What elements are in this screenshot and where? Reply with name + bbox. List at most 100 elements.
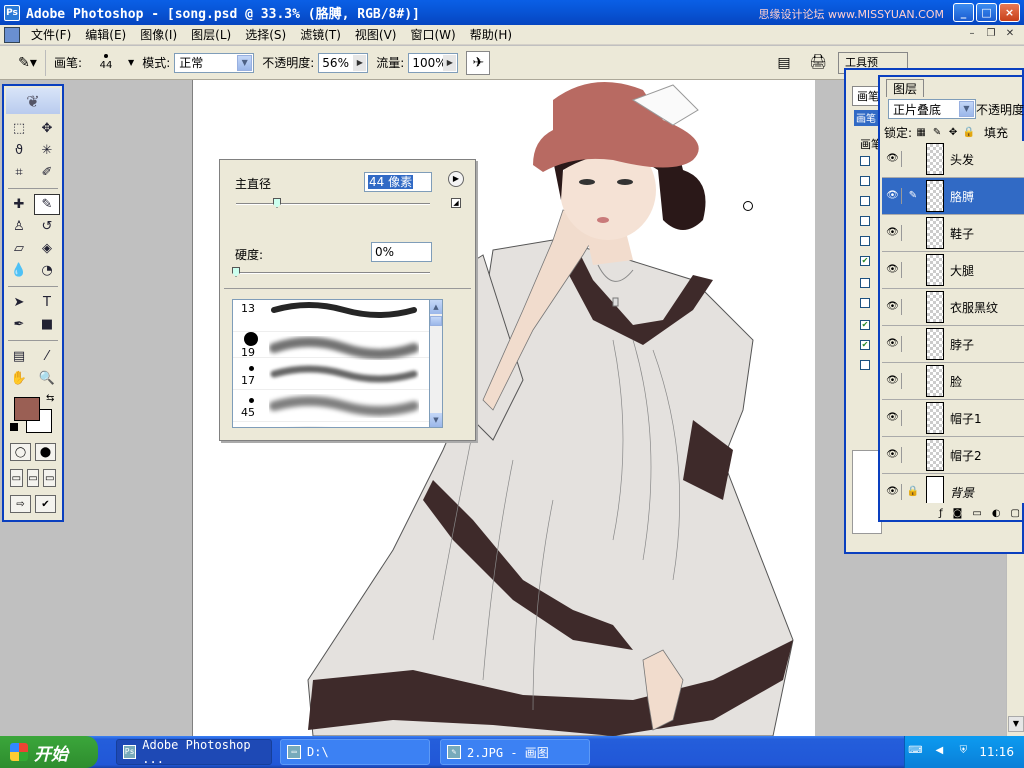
crop-tool-icon[interactable]: ⌗ (6, 162, 32, 183)
reset-diameter-icon[interactable]: ◢ (451, 198, 461, 208)
healing-brush-tool-icon[interactable]: ✚ (6, 194, 32, 215)
swap-colors-icon[interactable]: ⇆ (46, 393, 54, 404)
layer-link-slot[interactable] (906, 225, 920, 241)
layer-link-slot[interactable] (906, 336, 920, 352)
adjustment-layer-icon[interactable]: ◐ (992, 508, 1001, 519)
taskbar-item-photoshop[interactable]: Ps Adobe Photoshop ... (116, 738, 272, 766)
feather-logo-icon[interactable]: ❦ (6, 88, 60, 114)
keyboard-icon[interactable]: ⌨ (907, 745, 923, 759)
brush-option-checkbox-checked[interactable]: ✔ (860, 256, 870, 266)
eye-icon[interactable]: 👁 (884, 336, 902, 352)
layer-link-slot[interactable] (906, 447, 920, 463)
pen-tool-icon[interactable]: ✒ (6, 314, 32, 335)
layer-link-slot[interactable] (906, 373, 920, 389)
layer-row[interactable]: 👁 🔒 背景 (882, 474, 1024, 503)
screen-mode-full-icon[interactable]: ▭ (43, 469, 57, 487)
imageready-icon[interactable]: ✔ (35, 495, 56, 513)
eye-icon[interactable]: 👁 (884, 151, 902, 167)
brush-option-checkbox-checked[interactable]: ✔ (860, 340, 870, 350)
layer-row[interactable]: 👁 帽子1 (882, 400, 1024, 437)
screen-mode-standard-icon[interactable]: ▭ (10, 469, 23, 487)
brush-preset-item[interactable] (233, 422, 440, 427)
eye-icon[interactable]: 👁 (884, 410, 902, 426)
opacity-field[interactable]: 56% ▶ (318, 52, 369, 73)
blur-tool-icon[interactable]: 💧 (6, 260, 32, 281)
notes-tool-icon[interactable]: ▤ (6, 346, 32, 367)
lock-transparency-icon[interactable]: ▦ (914, 126, 928, 140)
eye-icon[interactable]: 👁 (884, 447, 902, 463)
brush-preset-item[interactable]: 19 (233, 332, 440, 359)
flow-slider-arrow-icon[interactable]: ▶ (443, 54, 457, 71)
shape-tool-icon[interactable]: ■ (34, 314, 60, 335)
brush-option-checkbox[interactable] (860, 216, 870, 226)
blend-mode-select[interactable]: 正片叠底 ▼ (888, 99, 976, 119)
new-layer-icon[interactable]: ▢ (1011, 508, 1020, 519)
brush-option-checkbox[interactable] (860, 176, 870, 186)
hardness-slider-thumb[interactable] (232, 267, 240, 277)
default-colors-icon[interactable] (10, 423, 18, 431)
brush-list-scrollbar[interactable]: ▲ ▼ (429, 299, 443, 428)
brush-tool-preset-icon[interactable]: ✎▾ (10, 49, 46, 76)
brush-option-checkbox[interactable] (860, 360, 870, 370)
jump-to-imageready-icon[interactable]: ⇨ (10, 495, 31, 513)
menu-edit[interactable]: 编辑(E) (78, 26, 133, 43)
menu-file[interactable]: 文件(F) (24, 26, 78, 43)
layer-row[interactable]: 👁 衣服黑纹 (882, 289, 1024, 326)
maximize-button[interactable]: □ (976, 3, 997, 22)
brush-preset-picker[interactable]: 44 (86, 49, 126, 77)
eye-icon[interactable]: 👁 (884, 484, 902, 500)
menu-image[interactable]: 图像(I) (133, 26, 184, 43)
layers-tab[interactable]: 图层 (886, 79, 925, 97)
hardness-slider[interactable] (236, 272, 430, 274)
quick-mask-mode-icon[interactable]: ⬤ (35, 443, 56, 461)
hardness-input[interactable]: 0% (371, 242, 432, 262)
menu-filter[interactable]: 滤镜(T) (293, 26, 348, 43)
layer-row[interactable]: 👁 帽子2 (882, 437, 1024, 474)
brush-option-checkbox[interactable] (860, 298, 870, 308)
brush-dropdown-icon[interactable]: ▼ (128, 58, 134, 67)
eye-icon[interactable]: 👁 (884, 188, 902, 204)
layer-row[interactable]: 👁 脖子 (882, 326, 1024, 363)
menu-layer[interactable]: 图层(L) (184, 26, 238, 43)
file-browser-icon[interactable]: 🖨 (808, 52, 828, 72)
scroll-down-icon[interactable]: ▼ (430, 413, 442, 427)
minimize-button[interactable]: _ (953, 3, 974, 22)
type-tool-icon[interactable]: T (34, 292, 60, 313)
mode-select[interactable]: 正常 ▼ (174, 52, 255, 73)
network-icon[interactable]: ◀ (931, 745, 947, 759)
layer-row[interactable]: 👁 大腿 (882, 252, 1024, 289)
dodge-tool-icon[interactable]: ◔ (34, 260, 60, 281)
doc-close-button[interactable]: ✕ (1002, 27, 1018, 41)
brush-option-checkbox[interactable] (860, 196, 870, 206)
scroll-down-icon[interactable]: ▼ (1008, 716, 1024, 732)
layer-row[interactable]: 👁 头发 (882, 141, 1024, 178)
slice-tool-icon[interactable]: ✐ (34, 162, 60, 183)
scroll-thumb[interactable] (430, 316, 442, 326)
eraser-tool-icon[interactable]: ▱ (6, 238, 32, 259)
palette-options-icon[interactable]: ▤ (774, 53, 794, 73)
brush-preset-item[interactable]: 13 (233, 300, 440, 332)
diameter-slider[interactable] (236, 203, 430, 205)
menu-help[interactable]: 帮助(H) (463, 26, 519, 43)
marquee-tool-icon[interactable]: ⬚ (6, 118, 32, 139)
layer-row[interactable]: 👁 脸 (882, 363, 1024, 400)
eye-icon[interactable]: 👁 (884, 373, 902, 389)
doc-minimize-button[interactable]: – (964, 27, 980, 41)
security-shield-icon[interactable]: ⛨ (955, 745, 971, 759)
zoom-tool-icon[interactable]: 🔍 (34, 368, 60, 389)
layer-row-selected[interactable]: 👁 ✎ 胳膊 (882, 178, 1024, 215)
brush-preset-item[interactable]: 17 (233, 358, 440, 390)
lasso-tool-icon[interactable]: ϑ (6, 140, 32, 161)
menu-view[interactable]: 视图(V) (348, 26, 404, 43)
brush-paint-icon[interactable]: ✎ (906, 188, 920, 204)
flow-field[interactable]: 100% ▶ (408, 52, 459, 73)
layer-mask-icon[interactable]: ◙ (953, 508, 963, 519)
history-brush-tool-icon[interactable]: ↺ (34, 216, 60, 237)
new-layer-set-icon[interactable]: ▭ (972, 508, 981, 519)
master-diameter-input[interactable]: 44 像素 (364, 172, 432, 192)
doc-restore-button[interactable]: ❐ (983, 27, 999, 41)
eye-icon[interactable]: 👁 (884, 225, 902, 241)
layer-style-icon[interactable]: ƒ (939, 508, 943, 519)
brush-preset-list[interactable]: 13 19 17 45 (232, 299, 441, 428)
eyedropper-tool-icon[interactable]: ⁄ (34, 346, 60, 367)
